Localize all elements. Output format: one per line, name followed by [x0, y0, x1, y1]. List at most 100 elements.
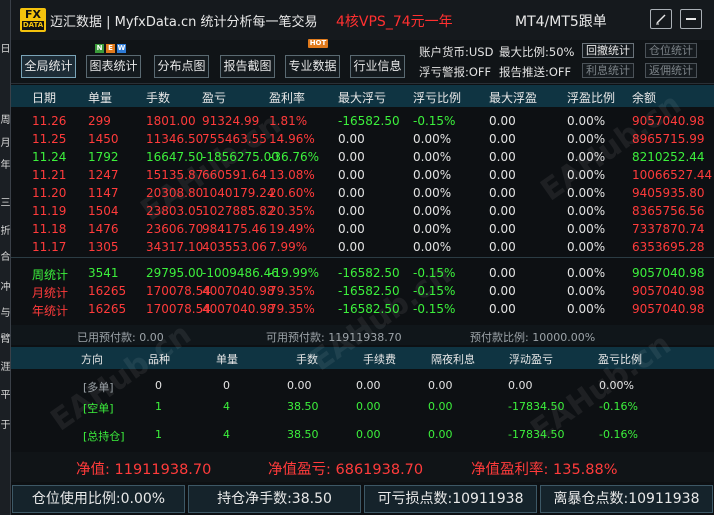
logo-fx: FX — [25, 8, 41, 21]
table-cell-lots: 29795.00 — [146, 266, 204, 280]
left-strip-char[interactable]: 日 — [0, 44, 11, 56]
table-header-cell[interactable]: 盈亏 — [202, 89, 226, 106]
table-cell-maxloss: 0.00 — [338, 168, 365, 182]
position-cell-sym: 0 — [155, 379, 162, 392]
table-cell-count: 16265 — [88, 284, 127, 298]
position-cell-dir: [总持仓] — [83, 430, 125, 443]
interest-stats-button[interactable]: 利息统计 — [582, 63, 634, 78]
drawdown-stats-button[interactable]: 回撤统计 — [582, 43, 634, 58]
table-cell-lots: 23803.05 — [146, 204, 204, 218]
table-row: 11.20 1147 20308.80 1040179.24 20.60% 0.00 0.0… — [11, 184, 714, 202]
table-cell-maxloss: 0.00 — [338, 150, 365, 164]
table-header-cell[interactable]: 手数 — [146, 89, 170, 106]
equity-rate: 净值盈利率: 135.88% — [471, 462, 618, 478]
table-cell-rate: 79.35% — [269, 284, 315, 298]
tab-report-screenshot[interactable]: 报告截图 — [220, 55, 275, 78]
left-strip-char[interactable]: 与 — [0, 308, 11, 320]
tab-chart-stats[interactable]: 图表统计 — [86, 55, 141, 78]
table-header-cell[interactable]: 单量 — [88, 89, 112, 106]
table-cell-rate: 1.81% — [269, 114, 308, 128]
table-header-cell[interactable]: 最大浮亏 — [338, 89, 386, 106]
mt-copy-link[interactable]: MT4/MT5跟单 — [515, 11, 607, 31]
table-cell-lots: 20308.80 — [146, 186, 204, 200]
left-strip-char[interactable]: 三 — [0, 198, 11, 210]
left-strip: 日周月年三折合冲与臂涯平于 — [0, 0, 11, 515]
table-cell-maxloss: -16582.50 — [338, 114, 400, 128]
equity: 净值: 11911938.70 — [76, 462, 212, 478]
table-header-cell[interactable]: 盈利率 — [269, 89, 305, 106]
table-cell-gainratio: 0.00% — [567, 204, 606, 218]
loss-points: 可亏损点数:10911938 — [364, 485, 537, 513]
table-cell-rate: -36.76% — [269, 150, 320, 164]
table-header-cell[interactable]: 日期 — [32, 89, 56, 106]
position-stats-button[interactable]: 仓位统计 — [645, 43, 697, 58]
table-cell-count: 1147 — [88, 186, 119, 200]
promo-link[interactable]: 4核VPS_74元一年 — [336, 11, 453, 31]
edit-button[interactable] — [650, 9, 672, 29]
table-cell-maxloss: 0.00 — [338, 222, 365, 236]
liquidation-points: 离暴仓点数:10911938 — [540, 485, 713, 513]
position-cell-pnl: -17834.50 — [508, 400, 565, 413]
app-title: 迈汇数据 | MyfxData.cn 统计分析每一笔交易 — [50, 15, 318, 30]
rebate-stats-button[interactable]: 返佣统计 — [645, 63, 697, 78]
table-cell-date: 周统计 — [32, 268, 69, 282]
left-strip-char[interactable]: 臂 — [0, 334, 11, 346]
table-cell-pnl: -1009486.46 — [202, 266, 279, 280]
table-cell-maxgain: 0.00 — [489, 132, 516, 146]
table-header-cell[interactable]: 浮盈比例 — [567, 89, 615, 106]
position-header-cell: 手数 — [296, 353, 318, 366]
margin-ratio: 预付款比例: 10000.00% — [470, 331, 596, 344]
left-strip-char[interactable]: 冲 — [0, 282, 11, 294]
left-strip-char[interactable]: 平 — [0, 390, 11, 402]
positions-header: 方向 品种 单量 手数 手续费 隔夜利息 浮动盈亏 盈亏比例 — [11, 347, 714, 369]
table-cell-balance: 9057040.98 — [632, 114, 705, 128]
table-cell-pnl: 1040179.24 — [202, 186, 275, 200]
table-cell-lots: 34317.10 — [146, 240, 204, 254]
position-cell-count: 4 — [223, 400, 230, 413]
table-header-cell[interactable]: 浮亏比例 — [413, 89, 461, 106]
table-cell-maxloss: 0.00 — [338, 186, 365, 200]
table-cell-rate: -19.99% — [269, 266, 320, 280]
table-cell-date: 11.24 — [32, 150, 67, 164]
left-strip-char[interactable]: 折 — [0, 226, 11, 238]
left-strip-char[interactable]: 年 — [0, 160, 11, 172]
position-row: [空单] 1 4 38.50 0.00 0.00 -17834.50 -0.16% — [11, 399, 714, 415]
tab-pro-data[interactable]: 专业数据 — [285, 55, 340, 78]
table-row: 11.21 1247 15135.87 660591.64 13.08% 0.00 0.00… — [11, 166, 714, 184]
table-cell-pnl: 984175.46 — [202, 222, 267, 236]
left-strip-char[interactable]: 涯 — [0, 362, 11, 374]
table-cell-rate: 79.35% — [269, 302, 315, 316]
left-strip-char[interactable]: 周 — [0, 115, 11, 127]
table-header-cell[interactable]: 余额 — [632, 89, 656, 106]
float-alert[interactable]: 浮亏警报:OFF — [419, 64, 491, 80]
position-cell-fee: 0.00 — [356, 379, 381, 392]
table-cell-count: 1247 — [88, 168, 119, 182]
left-strip-char[interactable]: 月 — [0, 138, 11, 150]
left-strip-char[interactable]: 于 — [0, 420, 11, 432]
position-cell-dir: [空单] — [83, 402, 114, 415]
table-cell-pnl: 4007040.98 — [202, 284, 275, 298]
logo: FX DATA — [20, 8, 46, 32]
report-push[interactable]: 报告推送:OFF — [499, 64, 571, 80]
position-cell-ratio: 0.00% — [599, 379, 634, 392]
table-cell-balance: 9057040.98 — [632, 302, 705, 316]
table-cell-rate: 20.35% — [269, 204, 315, 218]
summary-row: 周统计 3541 29795.00 -1009486.46 -19.99% -16582.… — [11, 264, 714, 282]
table-cell-pnl: 4007040.98 — [202, 302, 275, 316]
table-cell-count: 1450 — [88, 132, 119, 146]
table-header-cell[interactable]: 最大浮盈 — [489, 89, 537, 106]
table-cell-lossratio: 0.00% — [413, 240, 452, 254]
tab-industry-info[interactable]: 行业信息 — [350, 55, 405, 78]
table-cell-count: 3541 — [88, 266, 119, 280]
table-cell-pnl: 755463.55 — [202, 132, 267, 146]
menu-button[interactable] — [680, 9, 702, 29]
table-cell-rate: 14.96% — [269, 132, 315, 146]
table-cell-date: 11.19 — [32, 204, 67, 218]
table-cell-rate: 7.99% — [269, 240, 308, 254]
tab-distribution[interactable]: 分布点图 — [154, 55, 209, 78]
position-cell-swap: 0.00 — [428, 400, 453, 413]
table-cell-count: 1476 — [88, 222, 119, 236]
tab-global-stats[interactable]: 全局统计 — [21, 55, 76, 78]
position-header-cell: 方向 — [81, 353, 103, 366]
left-strip-char[interactable]: 合 — [0, 252, 11, 264]
